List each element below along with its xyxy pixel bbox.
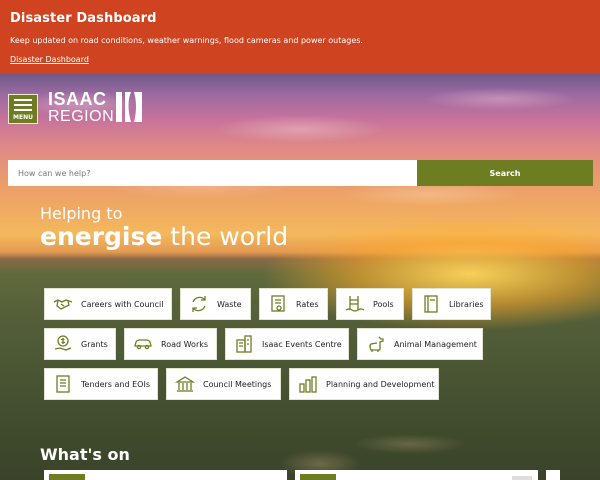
hero-landscape xyxy=(280,404,480,480)
document-icon xyxy=(56,375,70,393)
quicklink-pools[interactable]: Pools xyxy=(336,288,404,320)
isaac-region-logo[interactable]: ISAAC REGION xyxy=(48,90,148,126)
event-card[interactable] xyxy=(295,470,538,480)
book-icon xyxy=(424,295,438,313)
menu-button[interactable]: MENU xyxy=(8,94,38,124)
tagline-bold: energise xyxy=(40,222,163,251)
alert-text: Keep updated on road conditions, weather… xyxy=(10,36,363,45)
quicklink-road-works[interactable]: Road Works xyxy=(124,328,217,360)
quicklink-label: Council Meetings xyxy=(203,379,272,389)
quicklink-label: Road Works xyxy=(161,339,209,349)
quicklink-council-meetings[interactable]: Council Meetings xyxy=(166,368,281,400)
tagline-large: energise the world xyxy=(40,222,288,251)
quicklink-grants[interactable]: Grants xyxy=(44,328,116,360)
quicklink-planning-and-development[interactable]: Planning and Development xyxy=(289,368,439,400)
event-card-partial[interactable] xyxy=(546,470,560,480)
menu-label: MENU xyxy=(13,114,33,121)
money-hand-icon xyxy=(54,335,72,351)
tagline-rest: the world xyxy=(170,222,289,251)
whats-on-heading: What's on xyxy=(40,445,130,464)
event-date-badge xyxy=(300,474,336,480)
hamburger-icon xyxy=(14,99,32,114)
event-date-badge xyxy=(49,474,85,480)
quicklink-tenders-and-eois[interactable]: Tenders and EOIs xyxy=(44,368,158,400)
quicklink-rates[interactable]: Rates xyxy=(259,288,328,320)
disaster-dashboard-link[interactable]: Disaster Dashboard xyxy=(10,55,89,64)
chart-building-icon xyxy=(299,376,317,393)
quicklink-label: Tenders and EOIs xyxy=(81,379,150,389)
logo-mark-icon xyxy=(116,92,142,122)
quicklink-label: Isaac Events Centre xyxy=(262,339,342,349)
certificate-icon xyxy=(271,295,285,312)
search-input[interactable] xyxy=(8,160,417,186)
alert-title: Disaster Dashboard xyxy=(10,11,157,26)
quicklink-label: Planning and Development xyxy=(326,379,435,389)
quicklink-label: Rates xyxy=(296,299,319,309)
car-icon xyxy=(134,339,152,350)
carousel-control[interactable] xyxy=(512,476,532,480)
quicklink-label: Libraries xyxy=(449,299,484,309)
search-button[interactable]: Search xyxy=(417,160,593,186)
quicklink-libraries[interactable]: Libraries xyxy=(412,288,491,320)
disaster-alert-banner: Disaster Dashboard Keep updated on road … xyxy=(0,0,600,74)
hero-section: MENU ISAAC REGION Search Helping to ener… xyxy=(0,74,600,480)
tagline-small: Helping to xyxy=(40,204,123,223)
quicklink-label: Grants xyxy=(81,339,108,349)
quicklink-label: Pools xyxy=(373,299,394,309)
government-building-icon xyxy=(175,376,195,392)
quicklink-label: Waste xyxy=(217,299,242,309)
quicklink-careers-with-council[interactable]: Careers with Council xyxy=(44,288,172,320)
recycle-icon xyxy=(192,296,206,312)
pool-ladder-icon xyxy=(345,296,365,312)
handshake-icon xyxy=(53,299,73,310)
quicklink-label: Animal Management xyxy=(394,339,477,349)
quicklink-waste[interactable]: Waste xyxy=(180,288,251,320)
quicklink-animal-management[interactable]: Animal Management xyxy=(357,328,483,360)
building-icon xyxy=(236,335,252,353)
event-card[interactable] xyxy=(44,470,287,480)
quicklink-isaac-events-centre[interactable]: Isaac Events Centre xyxy=(225,328,349,360)
quicklink-label: Careers with Council xyxy=(81,299,164,309)
dog-icon xyxy=(369,336,384,352)
